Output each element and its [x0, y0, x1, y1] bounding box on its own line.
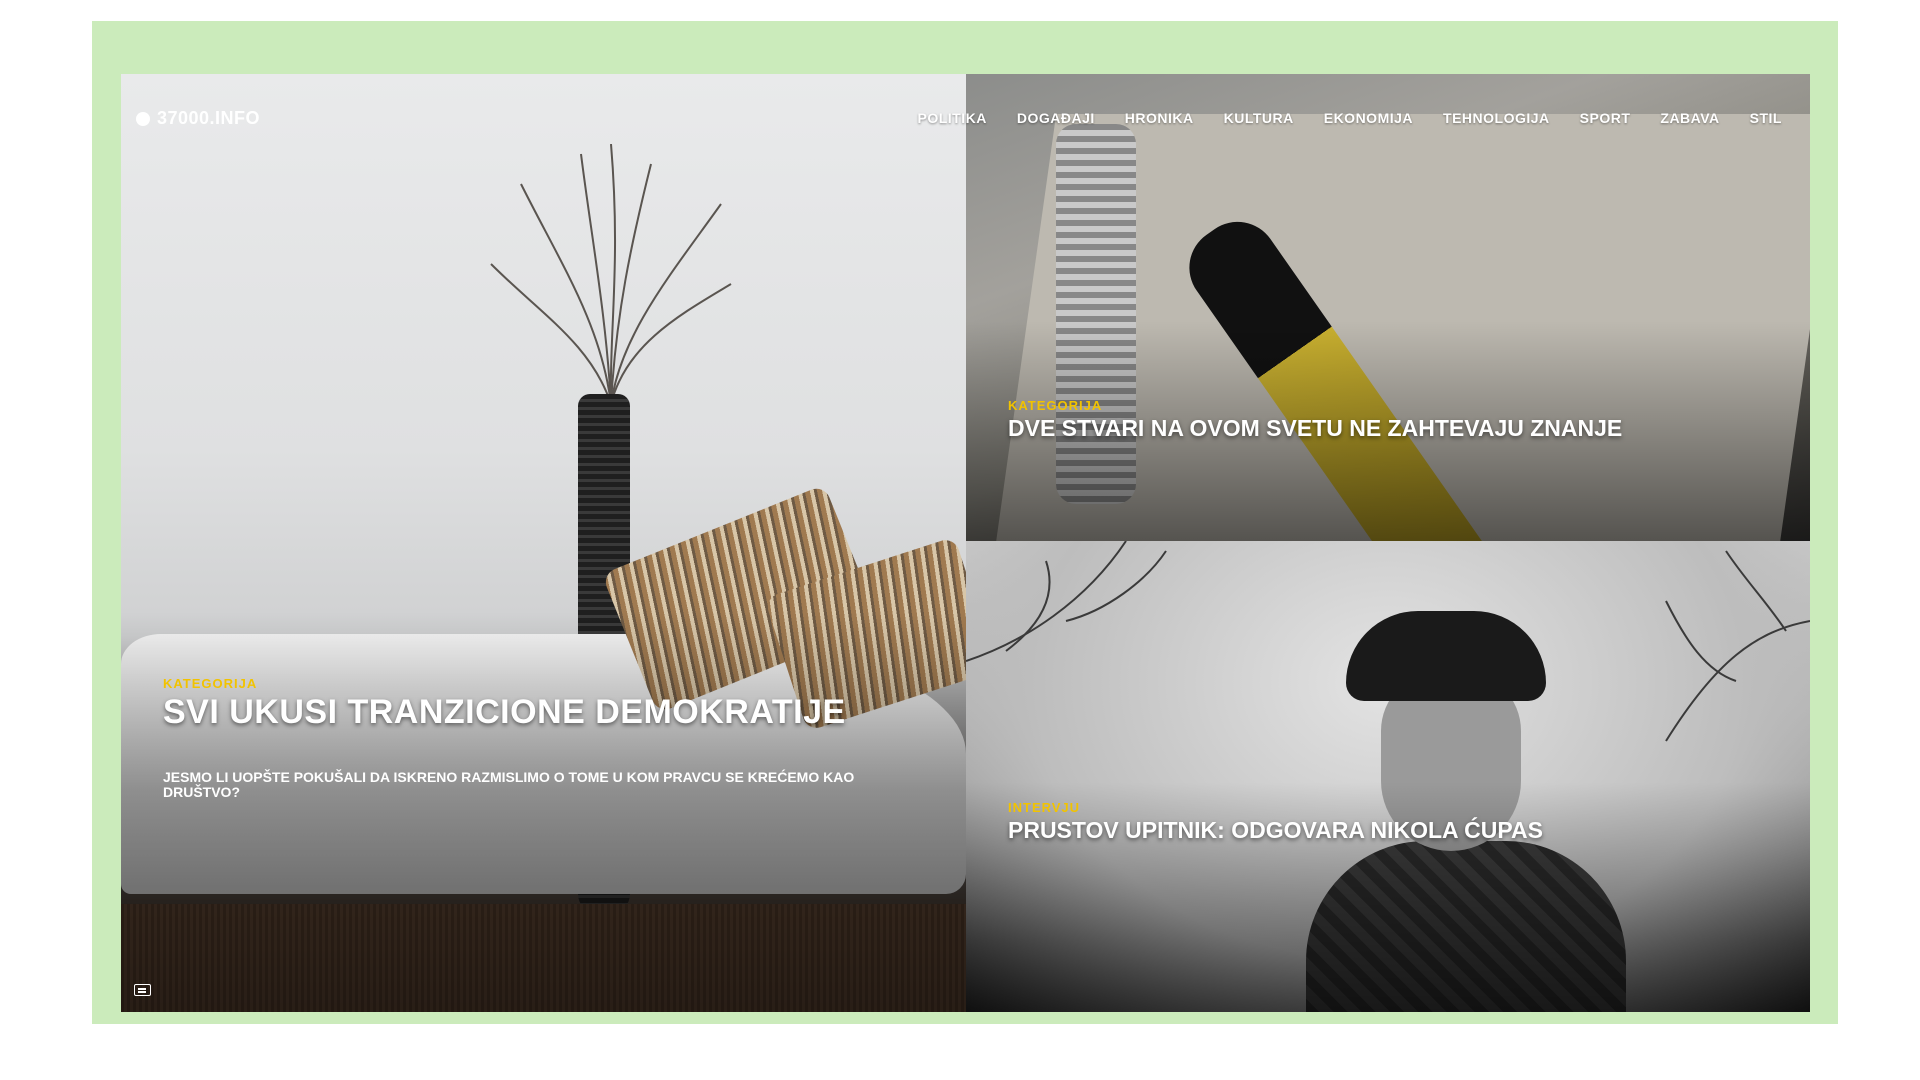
- person-hat: [1346, 611, 1546, 701]
- article-title[interactable]: SVI UKUSI TRANZICIONE DEMOKRATIJE: [163, 693, 943, 732]
- article-caption: INTERVJU PRUSTOV UPITNIK: ODGOVARA NIKOL…: [1008, 800, 1788, 844]
- nav-item-tehnologija[interactable]: TEHNOLOGIJA: [1443, 110, 1550, 126]
- plant-image: [481, 143, 741, 405]
- main-nav: POLITIKA DOGAĐAJI HRONIKA KULTURA EKONOM…: [918, 110, 1782, 126]
- article-title[interactable]: PRUSTOV UPITNIK: ODGOVARA NIKOLA ĆUPAS: [1008, 817, 1788, 844]
- site-logo[interactable]: 37000.INFO: [136, 108, 260, 129]
- article-category[interactable]: KATEGORIJA: [163, 676, 943, 691]
- nav-item-stil[interactable]: STIL: [1750, 110, 1782, 126]
- article-title[interactable]: DVE STVARI NA OVOM SVETU NE ZAHTEVAJU ZN…: [1008, 415, 1788, 442]
- article-category[interactable]: KATEGORIJA: [1008, 398, 1788, 413]
- nav-item-politika[interactable]: POLITIKA: [918, 110, 987, 126]
- closed-captions-icon[interactable]: [134, 984, 151, 996]
- article-caption: KATEGORIJA DVE STVARI NA OVOM SVETU NE Z…: [1008, 398, 1788, 442]
- image-overlay: [121, 612, 966, 1012]
- nav-item-ekonomija[interactable]: EKONOMIJA: [1324, 110, 1413, 126]
- nav-item-dogadjaji[interactable]: DOGAĐAJI: [1017, 110, 1095, 126]
- featured-caption: KATEGORIJA SVI UKUSI TRANZICIONE DEMOKRA…: [163, 676, 943, 800]
- article-category[interactable]: INTERVJU: [1008, 800, 1788, 815]
- news-site: 37000.INFO POLITIKA DOGAĐAJI HRONIKA KUL…: [121, 74, 1810, 1012]
- logo-dot-icon: [136, 111, 150, 126]
- article-description: JESMO LI UOPŠTE POKUŠALI DA ISKRENO RAZM…: [163, 769, 855, 800]
- top-navigation-bar: 37000.INFO POLITIKA DOGAĐAJI HRONIKA KUL…: [121, 74, 1810, 164]
- article-tile-bottom-right[interactable]: INTERVJU PRUSTOV UPITNIK: ODGOVARA NIKOL…: [966, 541, 1810, 1012]
- nav-item-hronika[interactable]: HRONIKA: [1125, 110, 1194, 126]
- nav-item-sport[interactable]: SPORT: [1580, 110, 1631, 126]
- nav-item-kultura[interactable]: KULTURA: [1224, 110, 1294, 126]
- featured-article-tile[interactable]: KATEGORIJA SVI UKUSI TRANZICIONE DEMOKRA…: [121, 74, 966, 1012]
- nav-item-zabava[interactable]: ZABAVA: [1660, 110, 1719, 126]
- logo-text: 37000.INFO: [157, 108, 261, 128]
